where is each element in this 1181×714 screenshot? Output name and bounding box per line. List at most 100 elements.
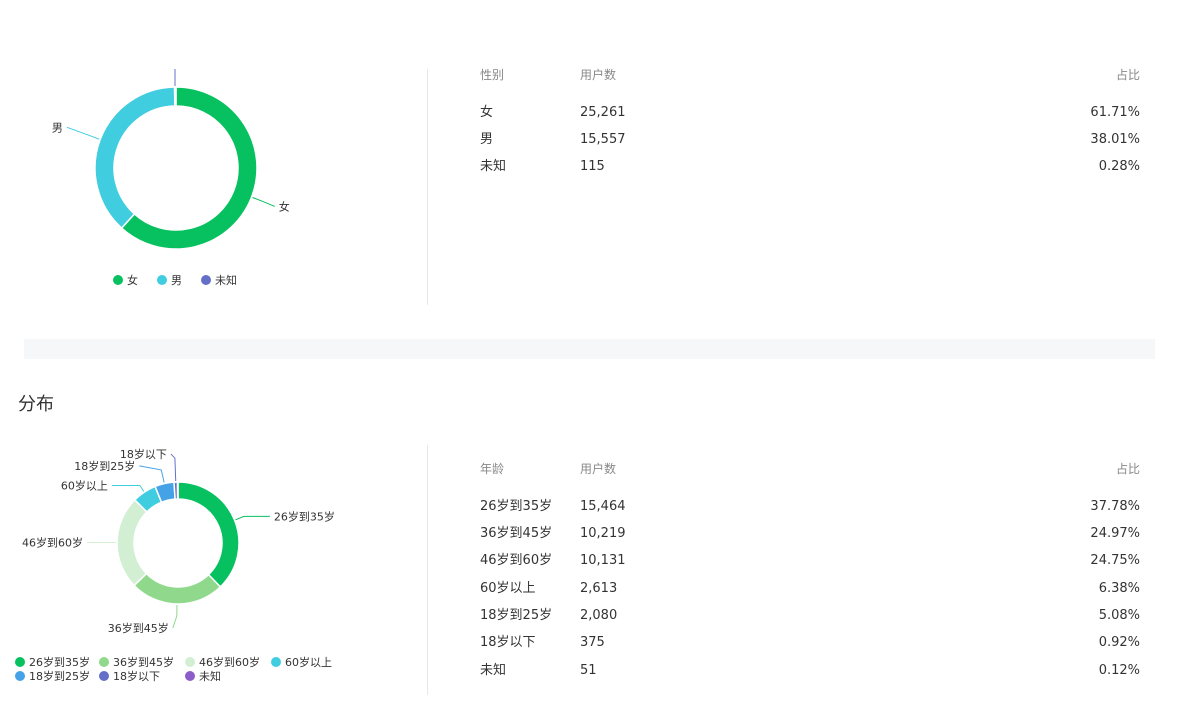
legend-marker (185, 671, 195, 681)
legend-item[interactable]: 未知 (185, 669, 221, 683)
legend-marker (15, 671, 25, 681)
row-share: 0.92% (1098, 635, 1140, 650)
row-label: 60岁以上 (480, 581, 536, 596)
slice-label: 60岁以上 (61, 478, 108, 492)
legend-item[interactable]: 男 (157, 274, 182, 287)
legend-item[interactable]: 女 (113, 273, 138, 287)
row-label: 46岁到60岁 (480, 553, 553, 568)
age-donut-chart: 26岁到35岁 36岁到45岁 46岁到60岁 60岁以上 18岁到25岁 18岁以下 26… (15, 447, 335, 683)
table-row: 男 15,557 38.01% (480, 131, 1140, 149)
table-row: 18岁以下 375 0.92% (480, 634, 1140, 652)
donut-slice-2[interactable] (116, 498, 148, 587)
row-share: 24.75% (1090, 553, 1140, 568)
legend-label: 未知 (199, 669, 221, 683)
legend-label: 60岁以上 (285, 655, 332, 669)
row-share: 61.71% (1090, 105, 1140, 120)
row-count: 10,219 (580, 526, 626, 541)
gender-section: 女男女男未知 性别 用户数 占比 女 25,261 61.71% 男 15,55… (0, 0, 1181, 340)
row-count: 2,613 (580, 581, 618, 596)
legend-marker (99, 657, 109, 667)
gender-table-header: 性别 用户数 占比 (480, 66, 1140, 84)
row-count: 15,464 (580, 499, 626, 514)
legend-item[interactable]: 18岁以下 (99, 669, 160, 683)
row-count: 10,131 (580, 553, 626, 568)
legend-marker (271, 657, 281, 667)
gender-table: 性别 用户数 占比 女 25,261 61.71% 男 15,557 38.01… (480, 0, 1140, 340)
legend-label: 女 (127, 273, 138, 287)
legend-label: 男 (171, 274, 182, 287)
row-share: 5.08% (1098, 608, 1140, 623)
donut-slice-1[interactable] (133, 572, 222, 605)
row-label: 女 (480, 105, 494, 120)
legend-marker (157, 275, 167, 285)
donut-slice-0[interactable] (177, 481, 240, 588)
table-row: 26岁到35岁 15,464 37.78% (480, 498, 1140, 516)
row-count: 51 (580, 663, 597, 678)
table-row: 18岁到25岁 2,080 5.08% (480, 607, 1140, 625)
slice-label: 女 (279, 199, 290, 213)
gender-header-share: 占比 (1115, 68, 1140, 82)
legend-label: 36岁到45岁 (113, 655, 174, 669)
row-label: 未知 (480, 663, 507, 678)
row-share: 37.78% (1090, 499, 1140, 514)
legend-label: 46岁到60岁 (199, 655, 260, 669)
legend-item[interactable]: 未知 (201, 273, 237, 287)
row-count: 375 (580, 635, 605, 650)
label-leader-line (170, 453, 177, 482)
age-section: 分布 26岁到35岁 36岁到45岁 46岁到60岁 60岁以上 18岁到25岁 18岁以… (0, 360, 1181, 714)
row-share: 0.12% (1098, 663, 1140, 678)
legend-item[interactable]: 36岁到45岁 (99, 655, 174, 669)
legend-label: 未知 (215, 273, 237, 287)
age-header-label: 年龄 (480, 462, 505, 476)
donut-slice-2[interactable] (173, 86, 177, 107)
row-count: 25,261 (580, 105, 626, 120)
legend-label: 18岁到25岁 (29, 669, 90, 683)
legend-label: 26岁到35岁 (29, 655, 90, 669)
age-header-share: 占比 (1115, 462, 1140, 476)
section-separator (24, 339, 1155, 359)
legend-item[interactable]: 26岁到35岁 (15, 655, 90, 669)
age-table: 年龄 用户数 占比 26岁到35岁 15,464 37.78% 36岁到45岁 … (480, 360, 1140, 714)
row-share: 6.38% (1098, 581, 1140, 596)
label-leader-line (172, 604, 178, 629)
row-share: 0.28% (1098, 159, 1140, 174)
row-label: 男 (480, 132, 494, 147)
gender-divider (427, 69, 428, 305)
row-label: 26岁到35岁 (480, 499, 553, 514)
row-count: 15,557 (580, 132, 626, 147)
row-share: 38.01% (1090, 132, 1140, 147)
label-leader-line (252, 197, 275, 207)
row-count: 2,080 (580, 608, 618, 623)
row-label: 36岁到45岁 (480, 526, 553, 541)
row-label: 未知 (480, 159, 507, 174)
gender-donut-chart: 女男女男未知 (52, 69, 290, 287)
legend-item[interactable]: 18岁到25岁 (15, 669, 90, 683)
legend-marker (201, 275, 211, 285)
slice-label: 46岁到60岁 (22, 535, 83, 549)
slice-label: 36岁到45岁 (108, 621, 169, 635)
label-leader-line (139, 465, 165, 483)
legend-marker (185, 657, 195, 667)
gender-header-count: 用户数 (580, 68, 617, 82)
legend-label: 18岁以下 (113, 669, 160, 683)
legend-item[interactable]: 46岁到60岁 (185, 655, 260, 669)
slice-label: 18岁以下 (120, 447, 167, 461)
age-divider (427, 445, 428, 695)
table-row: 46岁到60岁 10,131 24.75% (480, 552, 1140, 570)
legend-item[interactable]: 60岁以上 (271, 655, 332, 669)
slice-label: 26岁到35岁 (274, 509, 335, 523)
age-table-header: 年龄 用户数 占比 (480, 460, 1140, 478)
age-header-count: 用户数 (580, 462, 617, 476)
legend-marker (113, 275, 123, 285)
label-leader-line (66, 126, 100, 140)
row-share: 24.97% (1090, 526, 1140, 541)
table-row: 女 25,261 61.71% (480, 104, 1140, 122)
donut-slice-1[interactable] (94, 86, 176, 230)
row-label: 18岁到25岁 (480, 608, 553, 623)
row-count: 115 (580, 159, 605, 174)
row-label: 18岁以下 (480, 635, 536, 650)
legend-marker (99, 671, 109, 681)
gender-header-label: 性别 (480, 68, 505, 82)
table-row: 未知 115 0.28% (480, 158, 1140, 176)
table-row: 60岁以上 2,613 6.38% (480, 580, 1140, 598)
